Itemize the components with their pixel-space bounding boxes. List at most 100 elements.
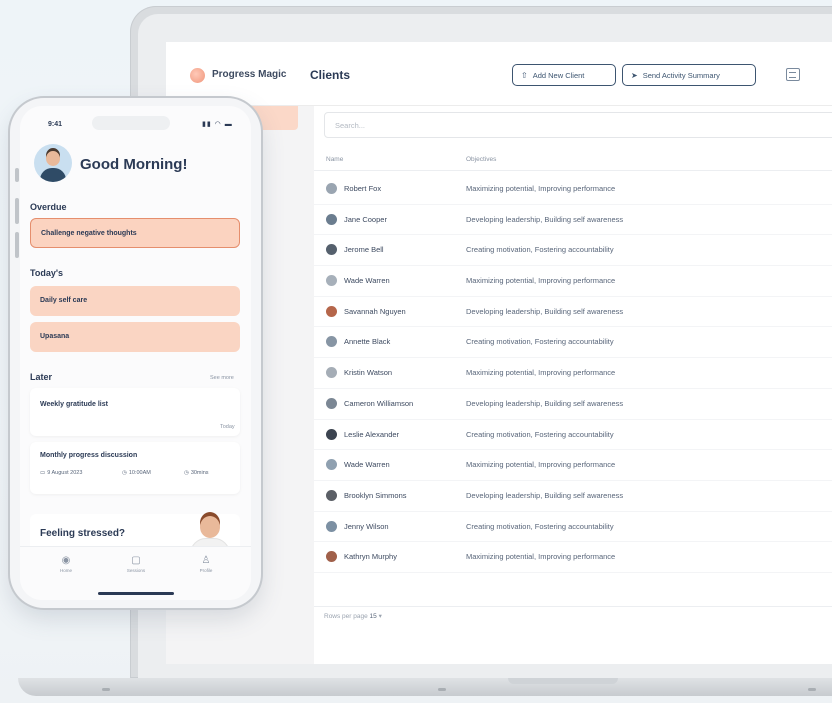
person-illustration-head: [200, 516, 220, 538]
client-avatar: [326, 213, 337, 225]
today-task-2[interactable]: Upasana: [30, 322, 240, 352]
monthly-task-card[interactable]: Monthly progress discussion ▭ 9 August 2…: [30, 442, 240, 494]
weekly-task-meta: Today: [220, 424, 235, 430]
client-name[interactable]: Robert Fox: [344, 184, 381, 193]
today-section-title: Today's: [30, 268, 63, 278]
client-objectives: Maximizing potential, Improving performa…: [466, 552, 616, 562]
client-name[interactable]: Jenny Wilson: [344, 522, 389, 531]
client-objectives: Developing leadership, Building self awa…: [466, 398, 624, 408]
client-avatar: [326, 275, 337, 287]
send-activity-summary-label: Send Activity Summary: [642, 70, 720, 80]
table-row[interactable]: Jenny Wilson Creating motivation, Fosteri…: [314, 512, 832, 543]
client-avatar: [326, 428, 337, 440]
laptop-foot: [438, 688, 446, 691]
table-row[interactable]: Wade Warren Maximizing potential, Improvi…: [314, 266, 832, 297]
chevron-down-icon: ▾: [378, 613, 382, 620]
page-title: Clients: [310, 68, 351, 82]
client-objectives: Maximizing potential, Improving performa…: [466, 184, 616, 193]
rows-per-page-label: Rows per page: [324, 613, 368, 620]
column-header-name[interactable]: Name: [326, 156, 343, 163]
brand-name: Progress Magic: [212, 69, 287, 80]
table-row[interactable]: Kristin Watson Maximizing potential, Impr…: [314, 358, 832, 389]
table-row[interactable]: Jane Cooper Developing leadership, Buildi…: [314, 205, 832, 236]
client-objectives: Maximizing potential, Improving performa…: [466, 276, 616, 286]
client-name[interactable]: Savannah Nguyen: [344, 307, 406, 316]
monthly-task-title: Monthly progress discussion: [40, 452, 138, 459]
table-row[interactable]: Brooklyn Simmons Developing leadership, B…: [314, 481, 832, 512]
client-name[interactable]: Kristin Watson: [344, 368, 392, 377]
timer-icon: ◷: [184, 470, 189, 476]
greeting-title: Good Morning!: [80, 156, 188, 173]
overdue-task-label: Challenge negative thoughts: [41, 230, 137, 237]
client-avatar: [326, 183, 337, 194]
client-name[interactable]: Kathryn Murphy: [344, 552, 397, 561]
laptop-foot: [102, 688, 110, 691]
table-row[interactable]: Annette Black Creating motivation, Foster…: [314, 327, 832, 359]
phone-screen: 9:41 ▮▮ ◠ ▬ Good Morning! Overdue Challe…: [20, 106, 251, 600]
laptop-base: [18, 678, 832, 696]
monthly-task-duration: 30mins: [190, 470, 209, 476]
client-objectives: Creating motivation, Fostering accountab…: [466, 245, 614, 255]
client-name[interactable]: Jerome Bell: [344, 245, 384, 254]
today-task-label: Daily self care: [40, 297, 88, 304]
table-row[interactable]: Wade Warren Maximizing potential, Improvi…: [314, 450, 832, 481]
table-header-divider: [314, 170, 832, 171]
client-name[interactable]: Wade Warren: [344, 276, 390, 285]
tab-sessions-label: Sessions: [126, 568, 146, 573]
client-avatar: [326, 367, 337, 379]
table-row[interactable]: Savannah Nguyen Developing leadership, Bu…: [314, 297, 832, 328]
client-name[interactable]: Cameron Williamson: [344, 399, 413, 408]
client-name[interactable]: Leslie Alexander: [344, 430, 399, 439]
column-header-objectives[interactable]: Objectives: [466, 156, 496, 163]
chat-icon: ▢: [131, 555, 141, 566]
weekly-task-title: Weekly gratitude list: [40, 401, 108, 408]
client-objectives: Maximizing potential, Improving performa…: [466, 460, 616, 470]
table-row[interactable]: Leslie Alexander Creating motivation, Fos…: [314, 420, 832, 451]
calendar-icon: ▭: [40, 470, 46, 476]
client-name[interactable]: Jane Cooper: [344, 215, 387, 224]
client-name[interactable]: Annette Black: [344, 337, 390, 346]
client-avatar: [326, 244, 337, 256]
client-avatar: [326, 336, 337, 348]
avatar[interactable]: [34, 144, 72, 182]
tab-sessions[interactable]: ▢ Sessions: [116, 555, 156, 573]
tab-home[interactable]: ◉ Home: [46, 555, 86, 573]
tab-profile[interactable]: ♙ Profile: [186, 555, 226, 573]
clock-icon: ◷: [122, 470, 127, 476]
upload-icon: ⇧: [521, 70, 528, 80]
table-row[interactable]: Cameron Williamson Developing leadership,…: [314, 389, 832, 420]
tab-home-label: Home: [59, 568, 72, 573]
client-objectives: Creating motivation, Fostering accountab…: [466, 337, 614, 347]
table-row[interactable]: Robert Fox Maximizing potential, Improvin…: [314, 174, 832, 205]
table-row[interactable]: Kathryn Murphy Maximizing potential, Impr…: [314, 542, 832, 573]
client-objectives: Developing leadership, Building self awa…: [466, 306, 624, 316]
table-row[interactable]: Jerome Bell Creating motivation, Fosterin…: [314, 235, 832, 267]
notes-icon[interactable]: [786, 68, 800, 81]
monthly-task-time: 10:00AM: [128, 470, 151, 476]
overdue-section-title: Overdue: [30, 202, 67, 212]
overdue-task[interactable]: Challenge negative thoughts: [30, 218, 240, 248]
today-task-1[interactable]: Daily self care: [30, 286, 240, 316]
client-avatar: [326, 459, 337, 471]
duration-chip: ◷ 30mins: [184, 470, 209, 476]
laptop-foot: [808, 688, 816, 691]
see-more-link[interactable]: See more: [210, 375, 234, 381]
client-objectives: Developing leadership, Building self awa…: [466, 214, 624, 224]
laptop-notch: [508, 678, 618, 684]
time-chip: ◷ 10:00AM: [122, 470, 151, 476]
add-new-client-label: Add New Client: [532, 70, 585, 80]
add-new-client-button[interactable]: ⇧ Add New Client: [512, 64, 616, 86]
rows-per-page-value: 15: [369, 613, 377, 620]
home-icon: ◉: [61, 555, 71, 566]
weekly-task-card[interactable]: Weekly gratitude list Today: [30, 388, 240, 436]
search-input[interactable]: Search...: [324, 112, 832, 138]
send-activity-summary-button[interactable]: ➤ Send Activity Summary: [622, 64, 756, 86]
profile-icon: ♙: [201, 555, 211, 566]
client-objectives: Creating motivation, Fostering accountab…: [466, 429, 614, 439]
client-name[interactable]: Wade Warren: [344, 460, 390, 469]
status-time: 9:41: [48, 121, 63, 128]
rows-per-page[interactable]: Rows per page 15 ▾: [324, 612, 382, 620]
client-name[interactable]: Brooklyn Simmons: [344, 491, 407, 500]
client-avatar: [326, 551, 337, 563]
date-chip: ▭ 9 August 2023: [40, 470, 82, 476]
